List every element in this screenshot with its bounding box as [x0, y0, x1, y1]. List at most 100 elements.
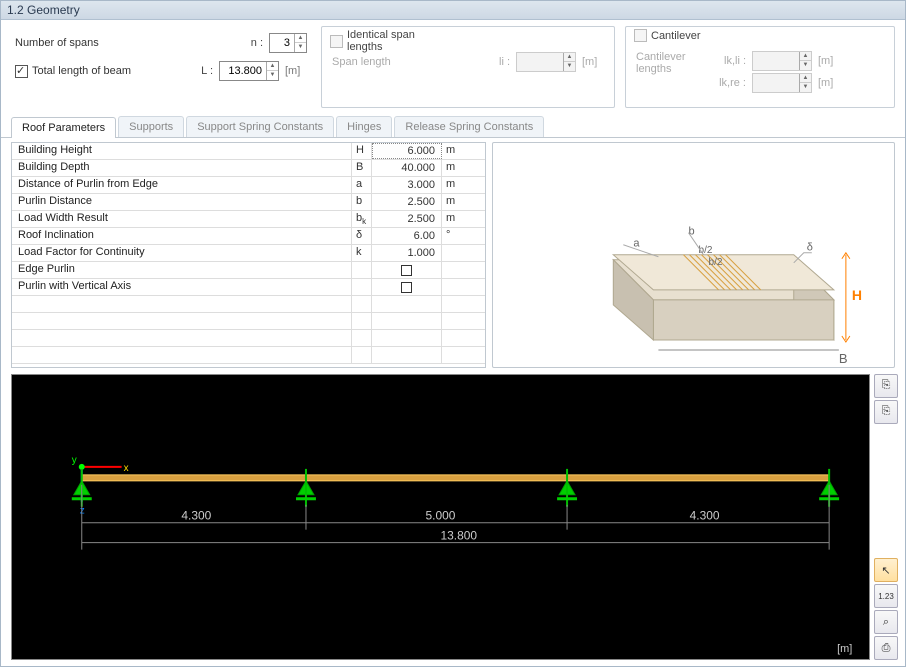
- param-label: Load Width Result: [12, 211, 352, 227]
- param-unit: [442, 262, 462, 278]
- param-symbol: [352, 262, 372, 278]
- param-value[interactable]: 2.500: [372, 211, 442, 227]
- param-symbol: a: [352, 177, 372, 193]
- table-row[interactable]: Building HeightH6.000m: [12, 143, 485, 160]
- spans-sym: n :: [245, 37, 263, 49]
- param-label: Purlin Distance: [12, 194, 352, 210]
- param-symbol: k: [352, 245, 372, 261]
- spans-group: Number of spans n : ▲▼ Total length of b…: [11, 26, 311, 108]
- geometry-diagram: a b b/2 b/2 δ H B: [492, 142, 895, 368]
- print-icon[interactable]: ⎙: [874, 636, 898, 660]
- param-label: Building Depth: [12, 160, 352, 176]
- cantilever-left-sym: lk,li :: [712, 55, 746, 67]
- tab-hinges[interactable]: Hinges: [336, 116, 392, 137]
- param-unit: [442, 279, 462, 295]
- param-unit: m: [442, 211, 462, 227]
- total-length-checkbox[interactable]: [15, 65, 28, 78]
- cantilever-left-input: ▲▼: [752, 51, 812, 71]
- tab-roof-parameters[interactable]: Roof Parameters: [11, 117, 116, 138]
- tab-support-spring[interactable]: Support Spring Constants: [186, 116, 334, 137]
- cantilever-right-input: ▲▼: [752, 73, 812, 93]
- param-unit: m: [442, 177, 462, 193]
- param-value[interactable]: 6.000: [372, 143, 442, 159]
- span-length-label: Span length: [332, 56, 486, 68]
- svg-text:b: b: [688, 226, 694, 238]
- span-length-sym: li :: [492, 56, 510, 68]
- param-label: Building Height: [12, 143, 352, 159]
- identical-span-checkbox[interactable]: [330, 35, 343, 48]
- table-row[interactable]: Distance of Purlin from Edgea3.000m: [12, 177, 485, 194]
- param-label: Edge Purlin: [12, 262, 352, 278]
- svg-text:13.800: 13.800: [441, 528, 478, 542]
- cantilever-lengths-label: Cantilever lengths: [636, 51, 686, 75]
- table-row[interactable]: Purlin Distanceb2.500m: [12, 194, 485, 211]
- tab-release-spring[interactable]: Release Spring Constants: [394, 116, 544, 137]
- param-label: Purlin with Vertical Axis: [12, 279, 352, 295]
- pointer-icon[interactable]: ↖: [874, 558, 898, 582]
- identical-span-group: Identical span lengths Span length li : …: [321, 26, 615, 108]
- svg-text:4.300: 4.300: [690, 508, 720, 522]
- param-value[interactable]: 2.500: [372, 194, 442, 210]
- table-row[interactable]: Load Factor for Continuityk1.000: [12, 245, 485, 262]
- param-label: Roof Inclination: [12, 228, 352, 244]
- spinner-buttons: ▲▼: [563, 53, 575, 71]
- param-value[interactable]: 40.000: [372, 160, 442, 176]
- cantilever-group: Cantilever Cantilever lengths lk,li : ▲▼…: [625, 26, 895, 108]
- cantilever-left-unit: [m]: [818, 55, 840, 67]
- table-row: [12, 313, 485, 330]
- spans-input[interactable]: ▲▼: [269, 33, 307, 53]
- param-value[interactable]: [372, 262, 442, 278]
- view-toolbar: ⎘ ⎘ ↖ 1.23 ⌕ ⎙: [873, 374, 899, 660]
- param-label: Load Factor for Continuity: [12, 245, 352, 261]
- param-unit: [442, 245, 462, 261]
- table-row[interactable]: Purlin with Vertical Axis: [12, 279, 485, 296]
- param-unit: °: [442, 228, 462, 244]
- cantilever-right-sym: lk,re :: [712, 77, 746, 89]
- table-row[interactable]: Roof Inclinationδ6.00°: [12, 228, 485, 245]
- values-icon[interactable]: 1.23: [874, 584, 898, 608]
- param-unit: m: [442, 194, 462, 210]
- table-row[interactable]: Building DepthB40.000m: [12, 160, 485, 177]
- param-value[interactable]: 1.000: [372, 245, 442, 261]
- cantilever-title: Cantilever: [651, 30, 701, 42]
- svg-text:b/2: b/2: [709, 257, 723, 268]
- span-length-input: ▲▼: [516, 52, 576, 72]
- total-length-label: Total length of beam: [32, 65, 131, 77]
- total-length-input[interactable]: ▲▼: [219, 61, 279, 81]
- identical-span-title: Identical span lengths: [347, 29, 437, 53]
- param-symbol: H: [352, 143, 372, 159]
- param-value[interactable]: 3.000: [372, 177, 442, 193]
- param-label: Distance of Purlin from Edge: [12, 177, 352, 193]
- svg-text:[m]: [m]: [837, 643, 852, 655]
- checkbox-icon[interactable]: [401, 282, 412, 293]
- cantilever-checkbox[interactable]: [634, 29, 647, 42]
- param-value[interactable]: [372, 279, 442, 295]
- total-length-unit: [m]: [285, 65, 307, 77]
- svg-text:5.000: 5.000: [426, 508, 456, 522]
- window-title: 1.2 Geometry: [1, 1, 905, 20]
- table-row: [12, 330, 485, 347]
- spinner-buttons[interactable]: ▲▼: [266, 62, 278, 80]
- param-symbol: bk: [352, 211, 372, 227]
- table-row[interactable]: Load Width Resultbk2.500m: [12, 211, 485, 228]
- param-symbol: [352, 279, 372, 295]
- spans-label: Number of spans: [15, 37, 239, 49]
- total-length-sym: L :: [195, 65, 213, 77]
- table-row[interactable]: Edge Purlin: [12, 262, 485, 279]
- spinner-buttons[interactable]: ▲▼: [294, 34, 306, 52]
- span-length-unit: [m]: [582, 56, 604, 68]
- table-row: [12, 347, 485, 364]
- tab-supports[interactable]: Supports: [118, 116, 184, 137]
- beam-rendering[interactable]: x z y: [11, 374, 870, 660]
- paste-icon[interactable]: ⎘: [874, 400, 898, 424]
- param-unit: m: [442, 160, 462, 176]
- copy-icon[interactable]: ⎘: [874, 374, 898, 398]
- param-symbol: δ: [352, 228, 372, 244]
- svg-text:a: a: [633, 238, 640, 250]
- table-row: [12, 296, 485, 313]
- checkbox-icon[interactable]: [401, 265, 412, 276]
- param-value[interactable]: 6.00: [372, 228, 442, 244]
- cantilever-right-unit: [m]: [818, 77, 840, 89]
- zoom-icon[interactable]: ⌕: [874, 610, 898, 634]
- svg-text:δ: δ: [807, 242, 813, 254]
